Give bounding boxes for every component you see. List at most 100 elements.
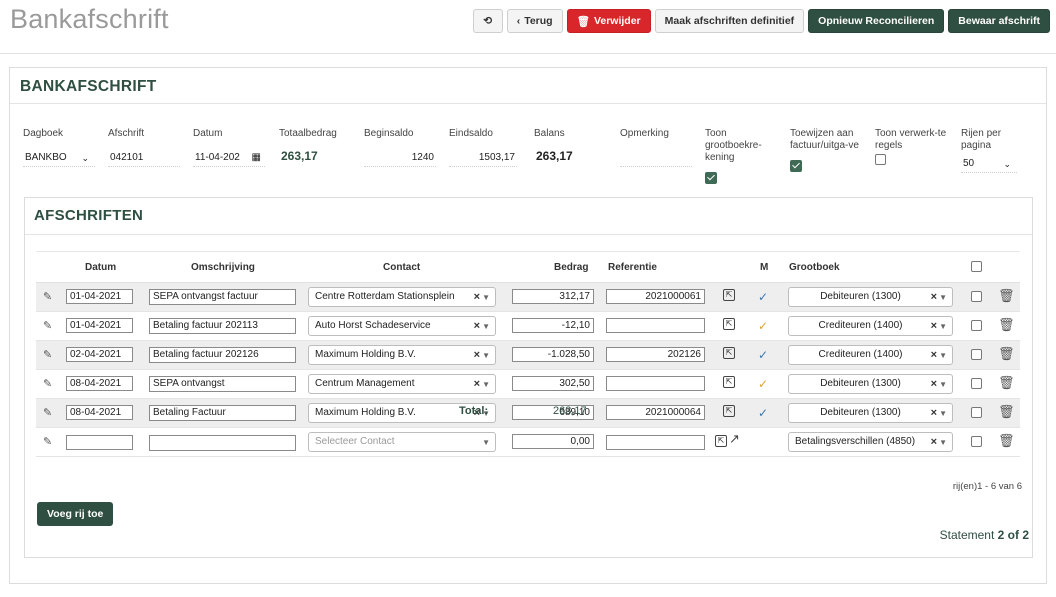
clear-icon[interactable]: × (474, 288, 480, 306)
open-external-icon[interactable]: ↗ (729, 431, 740, 447)
collapse-icon[interactable]: ⇱ (723, 289, 735, 301)
referentie-input[interactable] (606, 318, 705, 333)
edit-icon[interactable]: ✎ (43, 377, 52, 390)
new-omschrijving-input[interactable] (149, 435, 296, 451)
datum-input[interactable]: 08-04-2021 (66, 376, 133, 391)
finalize-button[interactable]: Maak afschriften definitief (654, 9, 805, 33)
datum-input[interactable]: 02-04-2021 (66, 347, 133, 362)
totaalbedrag-field: Totaalbedrag 263,17 (279, 128, 351, 165)
bedrag-input[interactable]: -12,10 (512, 318, 594, 333)
datum-input[interactable]: 08-04-2021 (66, 405, 133, 420)
collapse-icon[interactable]: ⇱ (723, 405, 735, 417)
new-contact-select[interactable]: Selecteer Contact ▼ (308, 432, 496, 452)
chevron-down-icon: ▼ (482, 351, 490, 360)
row-checkbox[interactable] (971, 378, 982, 389)
clear-icon[interactable]: × (931, 317, 937, 335)
new-grootboek-select[interactable]: Betalingsverschillen (4850) × ▼ (788, 432, 953, 452)
datum-input[interactable]: 01-04-2021 (66, 289, 133, 304)
match-check-icon: ✓ (758, 290, 769, 304)
rijen-select[interactable]: 50 ⌄ (961, 155, 1017, 173)
grootboek-select[interactable]: Debiteuren (1300) × ▼ (788, 403, 953, 423)
table-body: ✎ 01-04-2021 SEPA ontvangst factuur Cent… (36, 283, 1020, 428)
datum-input[interactable]: 01-04-2021 (66, 318, 133, 333)
dagboek-field: Dagboek BANKBO ⌄ (23, 128, 95, 167)
bedrag-input[interactable]: 302,50 (512, 376, 594, 391)
bedrag-input[interactable]: -1.028,50 (512, 347, 594, 362)
col-contact: Contact (383, 262, 421, 273)
afschrift-label: Afschrift (108, 128, 145, 139)
total-label: Total: (459, 405, 489, 417)
beginsaldo-input[interactable]: 1240 (364, 149, 436, 167)
edit-icon[interactable]: ✎ (43, 406, 52, 419)
collapse-icon[interactable]: ⇱ (723, 376, 735, 388)
new-bedrag-input[interactable]: 0,00 (512, 434, 594, 449)
opmerking-input[interactable] (620, 149, 692, 167)
new-referentie-input[interactable] (606, 435, 705, 450)
dagboek-select[interactable]: BANKBO ⌄ (23, 149, 95, 167)
grootboek-select[interactable]: Crediteuren (1400) × ▼ (788, 345, 953, 365)
referentie-input[interactable]: 2021000061 (606, 289, 705, 304)
statement-page: 2 of 2 (997, 528, 1029, 542)
datum-input[interactable]: 11-04-202 ▦ (193, 149, 265, 167)
select-all-checkbox[interactable] (971, 261, 982, 272)
grootboek-select[interactable]: Debiteuren (1300) × ▼ (788, 374, 953, 394)
balans-value: 263,17 (536, 149, 573, 163)
collapse-icon[interactable]: ⇱ (723, 318, 735, 330)
collapse-icon[interactable]: ⇱ (715, 435, 727, 447)
reconcile-button[interactable]: Opnieuw Reconcilieren (808, 9, 945, 33)
contact-select[interactable]: Auto Horst Schadeservice × ▼ (308, 316, 496, 336)
row-checkbox[interactable] (971, 407, 982, 418)
edit-icon[interactable]: ✎ (43, 290, 52, 303)
toewijzen-checkbox[interactable] (790, 160, 802, 172)
omschrijving-input[interactable]: Betaling factuur 202113 (149, 318, 296, 334)
edit-icon[interactable]: ✎ (43, 348, 52, 361)
clear-icon[interactable]: × (931, 433, 937, 451)
afschrift-input[interactable]: 042101 (108, 149, 180, 167)
history-button[interactable]: ⟲ (472, 9, 503, 33)
contact-select[interactable]: Centrum Management × ▼ (308, 374, 496, 394)
trash-icon[interactable]: 🗑 (998, 288, 1015, 304)
afschrift-field: Afschrift 042101 (108, 128, 180, 167)
grootboek-select[interactable]: Crediteuren (1400) × ▼ (788, 316, 953, 336)
omschrijving-input[interactable]: Betaling Factuur (149, 405, 296, 421)
back-button[interactable]: ‹ Terug (506, 9, 563, 33)
omschrijving-input[interactable]: SEPA ontvangst (149, 376, 296, 392)
new-datum-input[interactable] (66, 435, 133, 450)
toon-verwerkte-checkbox[interactable] (875, 154, 886, 165)
trash-icon[interactable]: 🗑 (998, 404, 1015, 420)
clear-icon[interactable]: × (931, 375, 937, 393)
calendar-icon[interactable]: ▦ (252, 149, 261, 167)
trash-icon[interactable]: 🗑 (998, 375, 1015, 391)
referentie-input[interactable] (606, 376, 705, 391)
omschrijving-input[interactable]: Betaling factuur 202126 (149, 347, 296, 363)
grootboek-select[interactable]: Debiteuren (1300) × ▼ (788, 287, 953, 307)
clear-icon[interactable]: × (474, 346, 480, 364)
toon-grootboek-checkbox[interactable] (705, 172, 717, 184)
contact-select[interactable]: Centre Rotterdam Stationsplein × ▼ (308, 287, 496, 307)
row-checkbox[interactable] (971, 320, 982, 331)
contact-select[interactable]: Maximum Holding B.V. × ▼ (308, 345, 496, 365)
clear-icon[interactable]: × (931, 404, 937, 422)
eindsaldo-input[interactable]: 1503,17 (449, 149, 517, 167)
edit-icon[interactable]: ✎ (43, 319, 52, 332)
collapse-icon[interactable]: ⇱ (723, 347, 735, 359)
row-checkbox[interactable] (971, 349, 982, 360)
delete-button[interactable]: 🗑 Verwijder (566, 9, 651, 33)
save-button[interactable]: Bewaar afschrift (948, 9, 1050, 33)
omschrijving-input[interactable]: SEPA ontvangst factuur (149, 289, 296, 305)
clear-icon[interactable]: × (474, 317, 480, 335)
table-row: ✎ 01-04-2021 SEPA ontvangst factuur Cent… (36, 283, 1020, 312)
row-checkbox[interactable] (971, 291, 982, 302)
trash-icon[interactable]: 🗑 (998, 317, 1015, 333)
add-row-button[interactable]: Voeg rij toe (37, 502, 114, 526)
trash-icon[interactable]: 🗑 (998, 346, 1015, 362)
trash-icon[interactable]: 🗑 (998, 433, 1015, 449)
row-checkbox[interactable] (971, 436, 982, 447)
clear-icon[interactable]: × (474, 375, 480, 393)
referentie-input[interactable]: 202126 (606, 347, 705, 362)
clear-icon[interactable]: × (931, 346, 937, 364)
referentie-input[interactable]: 2021000064 (606, 405, 705, 420)
clear-icon[interactable]: × (931, 288, 937, 306)
bedrag-input[interactable]: 312,17 (512, 289, 594, 304)
edit-icon[interactable]: ✎ (43, 435, 52, 448)
